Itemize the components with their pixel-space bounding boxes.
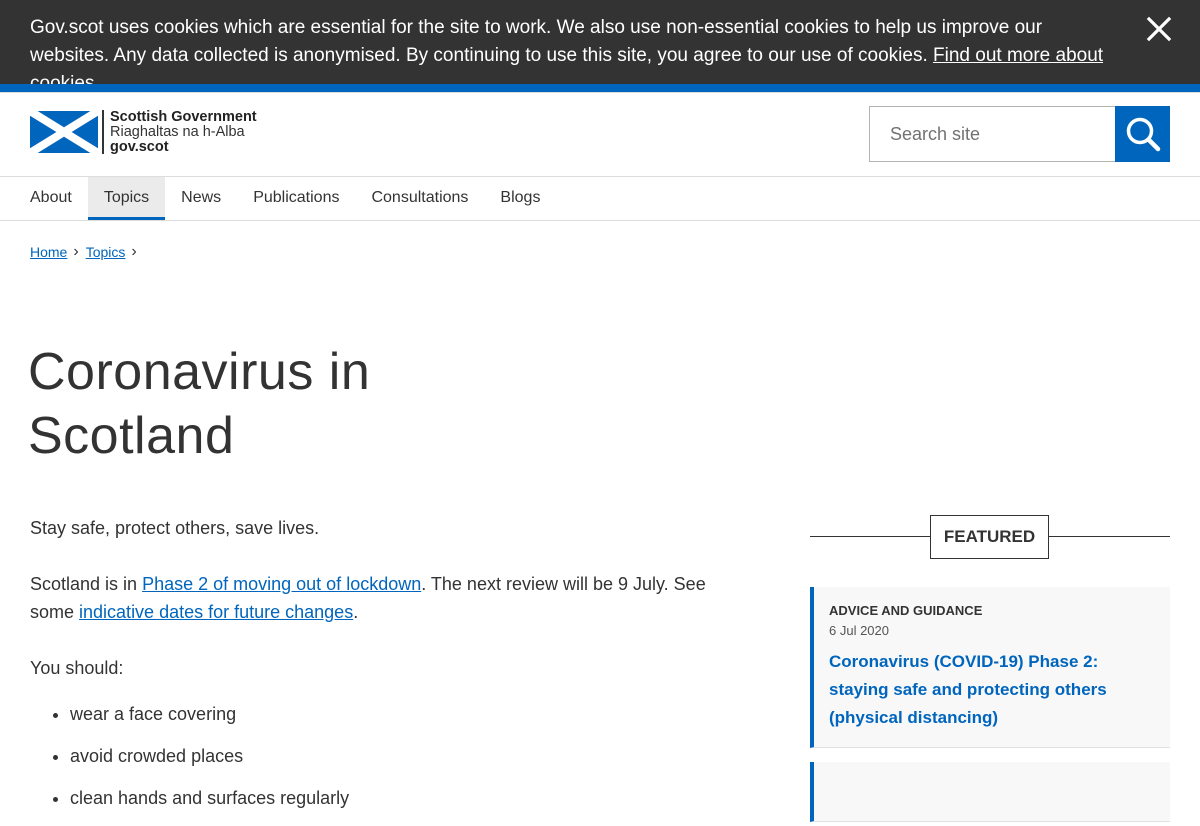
logo-line-3: gov.scot	[110, 139, 169, 155]
logo-line-2: Riaghaltas na h-Alba	[110, 124, 245, 140]
status-prefix: Scotland is in	[30, 574, 143, 594]
nav-item-blogs[interactable]: Blogs	[484, 177, 556, 220]
list-item: clean hands and surfaces regularly	[70, 784, 730, 812]
advice-list: wear a face covering avoid crowded place…	[30, 700, 730, 812]
search-icon	[1126, 117, 1160, 152]
chevron-right-icon: ›	[131, 243, 137, 260]
site-logo[interactable]: Scottish Government Riaghaltas na h-Alba…	[30, 110, 257, 155]
main-content: Stay safe, protect others, save lives. S…	[30, 514, 730, 826]
card-type: Advice and guidance	[829, 603, 983, 618]
chevron-right-icon: ›	[73, 243, 79, 260]
logo-text: Scottish Government Riaghaltas na h-Alba…	[110, 110, 257, 155]
cookie-text: Gov.scot uses cookies which are essentia…	[30, 17, 1043, 66]
page-title: Coronavirus in Scotland	[28, 343, 371, 465]
logo-line-1: Scottish Government	[110, 109, 257, 125]
featured-card[interactable]: Advice and guidance 6 Jul 2020 Coronavir…	[810, 587, 1170, 748]
card-title-link[interactable]: Coronavirus (COVID-19) Phase 2: staying …	[829, 648, 1155, 732]
search-input[interactable]	[869, 106, 1115, 162]
nav-item-topics[interactable]: Topics	[87, 177, 166, 220]
featured-label: FEATURED	[930, 515, 1049, 559]
saltire-flag-icon	[30, 111, 98, 153]
list-item: avoid crowded places	[70, 742, 730, 770]
nav-item-consultations[interactable]: Consultations	[355, 177, 484, 220]
status-paragraph: Scotland is in Phase 2 of moving out of …	[30, 570, 730, 626]
logo-divider	[102, 110, 104, 154]
main-nav: About Topics News Publications Consultat…	[0, 176, 1200, 221]
cookie-banner: Gov.scot uses cookies which are essentia…	[0, 0, 1200, 94]
phase-2-link[interactable]: Phase 2 of moving out of lockdown	[142, 574, 421, 594]
breadcrumb-topics[interactable]: Topics	[86, 244, 126, 260]
featured-card[interactable]	[810, 762, 1170, 822]
nav-item-about[interactable]: About	[14, 177, 88, 220]
brand-bar	[0, 84, 1200, 93]
breadcrumb: Home › Topics ›	[30, 243, 144, 261]
featured-heading: FEATURED	[810, 515, 1170, 559]
search-button[interactable]	[1115, 106, 1170, 162]
nav-item-news[interactable]: News	[165, 177, 237, 220]
site-search	[869, 106, 1170, 162]
you-should-label: You should:	[30, 658, 124, 678]
indicative-dates-link[interactable]: indicative dates for future changes	[79, 602, 353, 622]
breadcrumb-home[interactable]: Home	[30, 244, 67, 260]
card-date: 6 Jul 2020	[829, 623, 889, 638]
nav-item-publications[interactable]: Publications	[237, 177, 355, 220]
list-item: wear a face covering	[70, 700, 730, 728]
close-icon[interactable]	[1146, 16, 1172, 42]
status-suffix: .	[353, 602, 359, 622]
intro-text: Stay safe, protect others, save lives.	[30, 518, 320, 538]
